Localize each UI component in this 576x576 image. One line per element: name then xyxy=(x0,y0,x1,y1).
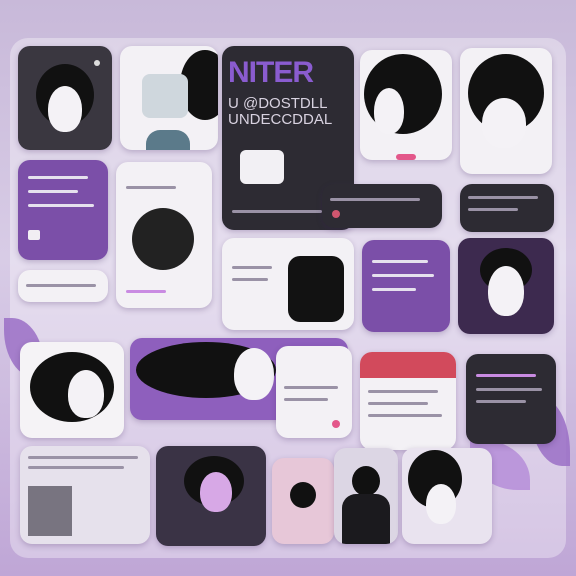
text-line xyxy=(126,290,166,293)
shoulders xyxy=(146,130,190,150)
poster-headline: NITER xyxy=(228,56,314,89)
globe-card[interactable] xyxy=(116,162,212,308)
text-line xyxy=(232,278,268,281)
info-card[interactable] xyxy=(18,270,108,302)
shoulders xyxy=(342,494,390,544)
portrait-avatar xyxy=(68,370,104,418)
status-dot xyxy=(94,60,100,66)
text-line xyxy=(232,210,322,213)
chat-card[interactable] xyxy=(466,354,556,444)
poster-subline-1: U @DOSTDLL xyxy=(228,95,328,112)
globe-icon xyxy=(132,208,194,270)
settings-card[interactable] xyxy=(322,184,442,228)
portrait-avatar xyxy=(488,266,524,316)
settings-card[interactable] xyxy=(460,184,554,232)
text-line xyxy=(468,208,518,211)
portrait-avatar xyxy=(234,348,274,400)
hair xyxy=(352,466,380,496)
poster-subline-2: UNDECCDDAL xyxy=(228,111,333,128)
text-line xyxy=(372,288,416,291)
portrait-card[interactable] xyxy=(156,446,266,546)
portrait-avatar xyxy=(142,74,188,118)
toggle-dot xyxy=(332,210,340,218)
text-line xyxy=(28,190,78,193)
text-line xyxy=(28,466,124,469)
text-line xyxy=(372,260,428,263)
text-line xyxy=(28,176,88,179)
text-line xyxy=(232,266,272,269)
text-line xyxy=(476,388,542,391)
text-line xyxy=(28,204,94,207)
portrait-card[interactable] xyxy=(276,346,352,438)
portrait-avatar xyxy=(374,88,404,134)
portrait-card[interactable] xyxy=(458,238,554,334)
profile-card[interactable] xyxy=(18,160,108,260)
portrait-card[interactable] xyxy=(272,458,334,544)
text-line xyxy=(372,274,434,277)
pink-dot xyxy=(332,420,340,428)
text-line xyxy=(476,400,526,403)
pink-tag xyxy=(396,154,416,160)
stats-card[interactable] xyxy=(20,446,150,544)
portrait-avatar xyxy=(200,472,232,512)
portrait-card[interactable] xyxy=(402,448,492,544)
portrait-avatar xyxy=(482,98,526,148)
text-line xyxy=(284,398,328,401)
text-line xyxy=(468,196,538,199)
camera-icon xyxy=(288,256,344,322)
text-line xyxy=(368,390,438,393)
portrait-card[interactable] xyxy=(360,50,452,160)
banner-card[interactable] xyxy=(20,342,124,438)
text-line xyxy=(126,186,176,189)
speech-bubble xyxy=(240,150,284,184)
text-line xyxy=(368,414,442,417)
profile-card[interactable] xyxy=(362,240,450,332)
portrait-avatar xyxy=(48,86,82,132)
portrait-avatar xyxy=(426,484,456,524)
camera-card[interactable] xyxy=(222,238,354,330)
text-line xyxy=(368,402,428,405)
text-line xyxy=(28,456,138,459)
message-header xyxy=(360,352,456,378)
document-icon xyxy=(28,230,40,240)
hair xyxy=(290,482,316,508)
portrait-card[interactable] xyxy=(18,46,112,150)
portrait-card[interactable] xyxy=(460,48,552,174)
text-line xyxy=(330,198,420,201)
text-line xyxy=(476,374,536,377)
text-line xyxy=(26,284,96,287)
message-card[interactable] xyxy=(360,352,456,450)
portrait-card[interactable] xyxy=(120,46,218,150)
text-line xyxy=(284,386,338,389)
portrait-card[interactable] xyxy=(334,448,398,544)
chart-block xyxy=(28,486,72,536)
